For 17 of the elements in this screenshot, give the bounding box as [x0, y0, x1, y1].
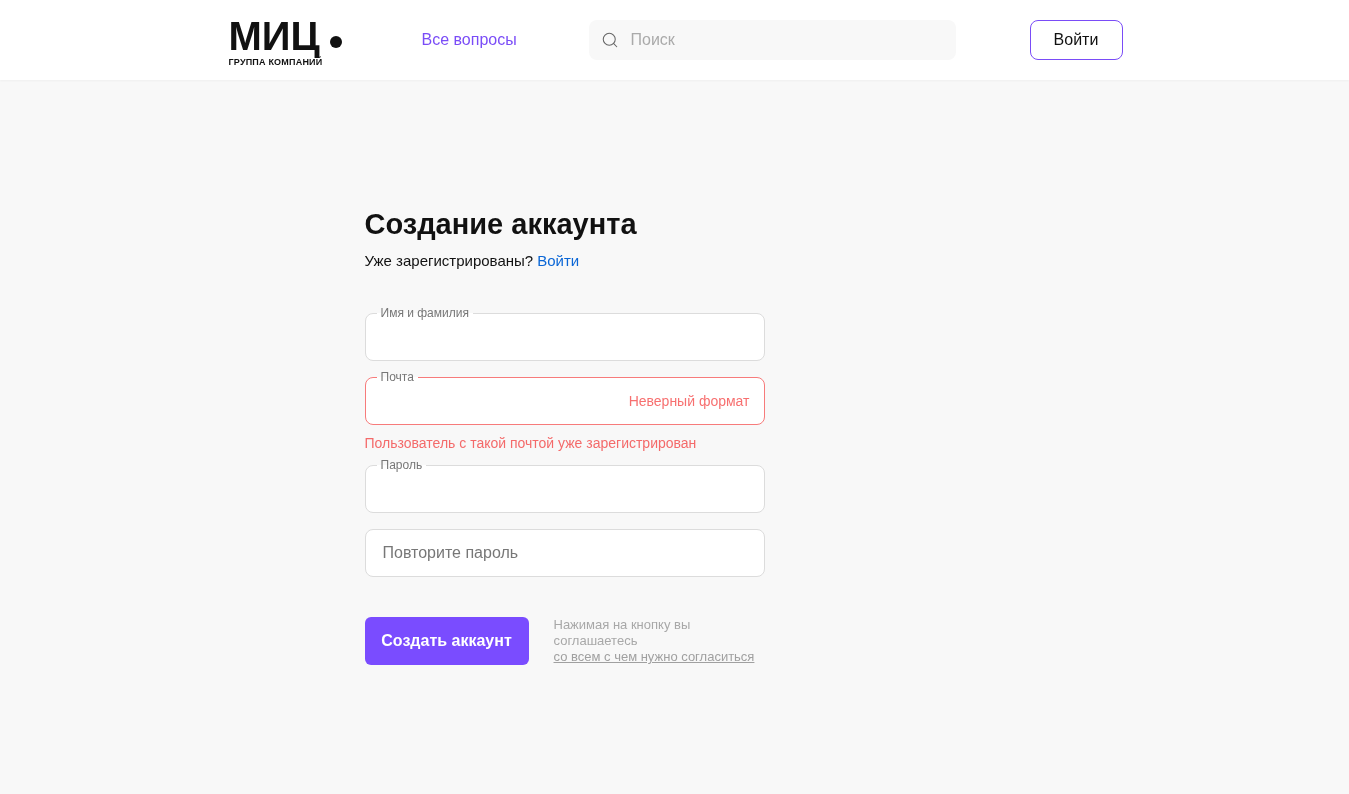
field-label: Имя и фамилия	[376, 306, 473, 320]
logo-dot-icon	[329, 35, 342, 48]
search-field[interactable]: Поиск	[588, 20, 956, 60]
nav-link[interactable]: Все вопросы	[421, 31, 589, 49]
page-title: Создание аккаунта	[364, 207, 638, 242]
search-icon	[600, 31, 619, 49]
logo-tagline: ГРУППА КОМПАНИЙ	[228, 56, 324, 67]
field-label: Пароль	[376, 458, 427, 472]
logo-text[interactable]: МИЦ	[228, 15, 320, 56]
subtitle-text: Уже зарегистрированы?	[364, 251, 534, 271]
login-link[interactable]: Войти	[537, 251, 580, 271]
create-account-button[interactable]: Создать аккаунт	[364, 617, 529, 665]
field-label: Почта	[376, 370, 418, 384]
terms-text: Нажимая на кнопку вы соглашаетесь со всем с чем нужно согласиться	[553, 617, 756, 665]
login-button[interactable]: Войти	[1029, 20, 1123, 60]
error-text: Неверный формат	[628, 392, 750, 410]
error-message: Пользователь с такой почтой уже зарегистрирован	[364, 434, 698, 452]
